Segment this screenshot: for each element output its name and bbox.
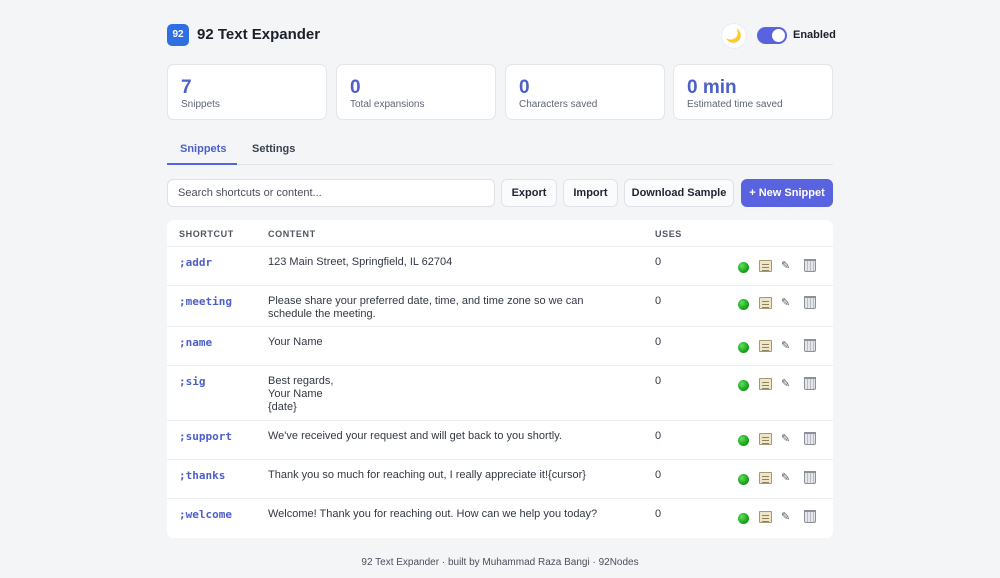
uses-cell: 0 [655, 469, 662, 481]
snippets-table: SHORTCUT CONTENT USES ;addr 123 Main Str… [167, 220, 833, 538]
stat-card-time: 0 min Estimated time saved [673, 64, 833, 120]
table-row[interactable]: ;welcome Welcome! Thank you for reaching… [167, 499, 833, 538]
pencil-icon[interactable]: ✎ [781, 432, 790, 445]
shortcut-cell: ;support [179, 430, 232, 443]
table-row[interactable]: ;addr 123 Main Street, Springfield, IL 6… [167, 247, 833, 286]
enabled-label: Enabled [793, 29, 836, 41]
uses-cell: 0 [655, 508, 662, 520]
clipboard-icon[interactable] [759, 472, 772, 484]
search-input[interactable] [167, 179, 495, 207]
trash-icon[interactable] [804, 259, 816, 272]
uses-cell: 0 [655, 295, 662, 307]
stat-value: 0 [350, 77, 361, 98]
pencil-icon[interactable]: ✎ [781, 510, 790, 523]
tab-snippets[interactable]: Snippets [180, 143, 226, 155]
shortcut-cell: ;name [179, 336, 213, 349]
green-circle-icon[interactable] [738, 262, 749, 273]
shortcut-cell: ;meeting [179, 295, 232, 308]
stat-label: Estimated time saved [687, 99, 783, 110]
green-circle-icon[interactable] [738, 380, 749, 391]
green-circle-icon[interactable] [738, 435, 749, 446]
app-title: 92 Text Expander [197, 26, 321, 43]
clipboard-icon[interactable] [759, 433, 772, 445]
trash-icon[interactable] [804, 471, 816, 484]
table-row[interactable]: ;support We've received your request and… [167, 421, 833, 460]
toggle-knob [772, 29, 785, 42]
content-cell: Thank you so much for reaching out, I re… [268, 469, 586, 481]
column-header-content: CONTENT [268, 229, 316, 239]
stats-row: 7 Snippets 0 Total expansions 0 Characte… [167, 64, 833, 120]
table-row[interactable]: ;meeting Please share your preferred dat… [167, 286, 833, 327]
pencil-icon[interactable]: ✎ [781, 471, 790, 484]
clipboard-icon[interactable] [759, 297, 772, 309]
active-tab-indicator [167, 163, 237, 165]
content-cell: We've received your request and will get… [268, 430, 562, 442]
stat-value: 0 [519, 77, 530, 98]
stat-label: Total expansions [350, 99, 425, 110]
stat-card-characters: 0 Characters saved [505, 64, 665, 120]
table-row[interactable]: ;name Your Name 0 ✎ [167, 327, 833, 366]
content-cell: Best regards, Your Name {date} [268, 375, 334, 413]
column-header-uses: USES [655, 229, 682, 239]
stat-card-snippets: 7 Snippets [167, 64, 327, 120]
import-button[interactable]: Import [563, 179, 618, 207]
stat-label: Characters saved [519, 99, 598, 110]
shortcut-cell: ;thanks [179, 469, 226, 482]
app-logo: 92 [167, 24, 189, 46]
content-cell: Please share your preferred date, time, … [268, 295, 584, 320]
green-circle-icon[interactable] [738, 342, 749, 353]
stat-label: Snippets [181, 99, 220, 110]
trash-icon[interactable] [804, 296, 816, 309]
clipboard-icon[interactable] [759, 378, 772, 390]
clipboard-icon[interactable] [759, 511, 772, 523]
uses-cell: 0 [655, 430, 662, 442]
stat-value: 0 min [687, 77, 737, 98]
download-sample-button[interactable]: Download Sample [624, 179, 734, 207]
content-cell: Welcome! Thank you for reaching out. How… [268, 508, 598, 520]
green-circle-icon[interactable] [738, 474, 749, 485]
column-header-shortcut: SHORTCUT [179, 229, 234, 239]
tab-bar: Snippets Settings [167, 138, 833, 165]
stat-card-expansions: 0 Total expansions [336, 64, 496, 120]
export-button[interactable]: Export [501, 179, 557, 207]
pencil-icon[interactable]: ✎ [781, 339, 790, 352]
moon-icon[interactable]: 🌙 [721, 23, 747, 49]
tab-settings[interactable]: Settings [252, 143, 295, 155]
trash-icon[interactable] [804, 432, 816, 445]
shortcut-cell: ;addr [179, 256, 213, 269]
pencil-icon[interactable]: ✎ [781, 296, 790, 309]
content-cell: Your Name [268, 336, 323, 348]
enabled-toggle[interactable] [757, 27, 787, 44]
uses-cell: 0 [655, 256, 662, 268]
stat-value: 7 [181, 77, 192, 98]
green-circle-icon[interactable] [738, 513, 749, 524]
clipboard-icon[interactable] [759, 340, 772, 352]
uses-cell: 0 [655, 336, 662, 348]
pencil-icon[interactable]: ✎ [781, 259, 790, 272]
table-row[interactable]: ;sig Best regards, Your Name {date} 0 ✎ [167, 366, 833, 421]
content-cell: 123 Main Street, Springfield, IL 62704 [268, 256, 453, 268]
trash-icon[interactable] [804, 339, 816, 352]
shortcut-cell: ;sig [179, 375, 206, 388]
trash-icon[interactable] [804, 377, 816, 390]
table-header: SHORTCUT CONTENT USES [167, 220, 833, 247]
toolbar: Export Import Download Sample + New Snip… [167, 179, 833, 207]
trash-icon[interactable] [804, 510, 816, 523]
green-circle-icon[interactable] [738, 299, 749, 310]
shortcut-cell: ;welcome [179, 508, 232, 521]
table-row[interactable]: ;thanks Thank you so much for reaching o… [167, 460, 833, 499]
uses-cell: 0 [655, 375, 662, 387]
clipboard-icon[interactable] [759, 260, 772, 272]
footer-credit: 92 Text Expander · built by Muhammad Raz… [361, 557, 639, 568]
app-header: 92 92 Text Expander 🌙 Enabled [167, 23, 836, 49]
pencil-icon[interactable]: ✎ [781, 377, 790, 390]
new-snippet-button[interactable]: + New Snippet [741, 179, 833, 207]
